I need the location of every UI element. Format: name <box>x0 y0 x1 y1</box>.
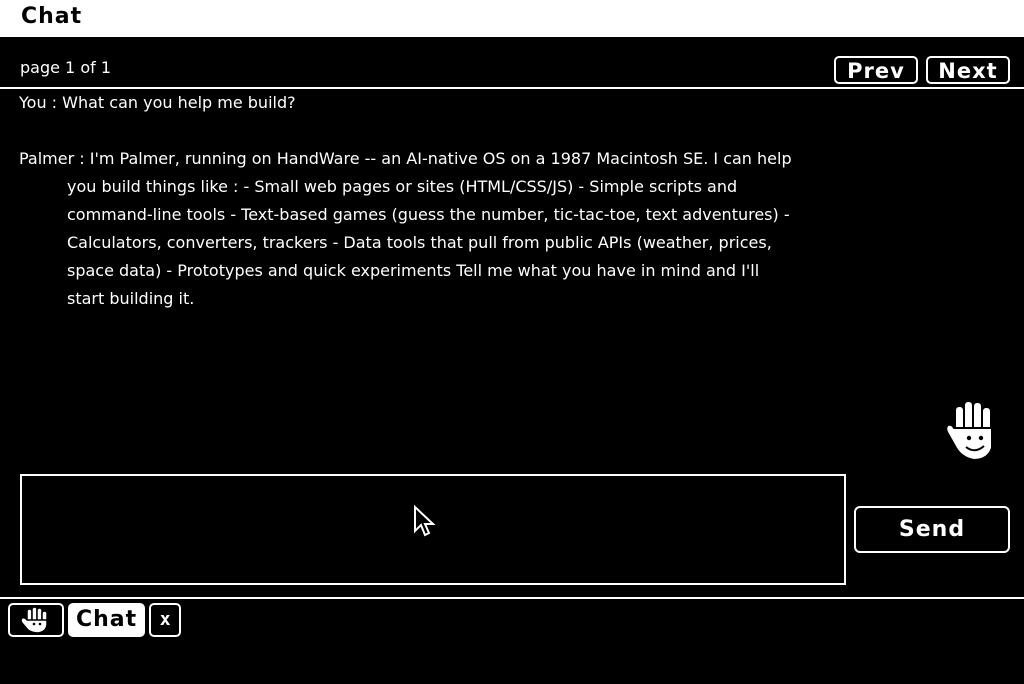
hand-app-icon[interactable] <box>8 603 64 637</box>
taskbar: Chat x <box>8 603 182 637</box>
send-button[interactable]: Send <box>854 506 1010 553</box>
prev-button[interactable]: Prev <box>834 56 918 84</box>
next-button[interactable]: Next <box>926 56 1010 84</box>
waving-hand-icon <box>945 400 993 461</box>
tab-chat[interactable]: Chat <box>68 603 146 637</box>
title-bar: Chat <box>0 0 1024 39</box>
chat-transcript: You : What can you help me build? Palmer… <box>19 89 799 313</box>
page-indicator: page 1 of 1 <box>20 58 111 77</box>
mouse-pointer-icon <box>414 505 436 537</box>
assistant-message: Palmer : I'm Palmer, running on HandWare… <box>19 149 792 308</box>
user-message: You : What can you help me build? <box>19 93 296 112</box>
hand-glyph-icon <box>20 606 48 634</box>
window-title: Chat <box>21 4 83 29</box>
footer-divider <box>0 597 1024 599</box>
close-tab-button[interactable]: x <box>149 603 182 637</box>
